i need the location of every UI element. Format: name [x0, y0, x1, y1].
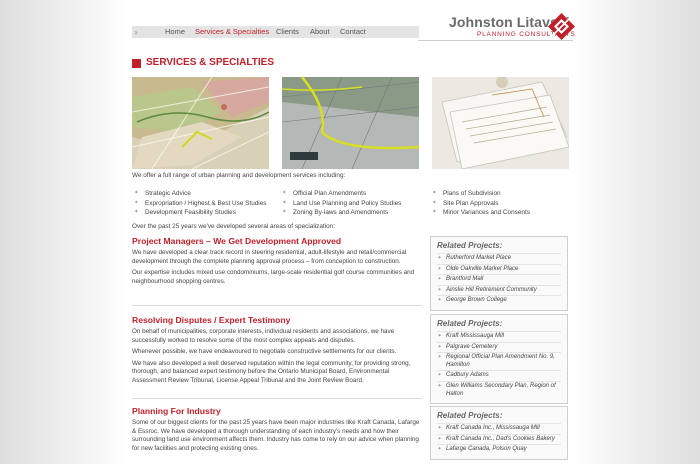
related-project-link[interactable]: Kraft Canada Inc., Mississauga Mill	[437, 423, 561, 434]
section-divider	[132, 305, 422, 306]
list-item: Strategic Advice	[134, 189, 266, 199]
page-title: SERVICES & SPECIALTIES	[146, 57, 274, 68]
related-title: Related Projects:	[437, 241, 503, 250]
list-item: Expropriation / Highest & Best Use Studi…	[134, 199, 266, 209]
section-paragraph: We have developed a clear track record i…	[132, 249, 407, 265]
heading-marker	[132, 59, 141, 68]
related-project-link[interactable]: Regional Official Plan Amendment No. 9, …	[437, 352, 561, 370]
related-project-link[interactable]: George Brown College	[437, 295, 561, 306]
list-item: Land Use Planning and Policy Studies	[282, 199, 401, 209]
section-title: Planning For Industry	[132, 406, 221, 416]
subdivision-map-photo	[132, 77, 269, 169]
related-projects-box: Related Projects: Rutherford Market Plac…	[430, 236, 568, 311]
nav-clients[interactable]: Clients	[276, 26, 299, 38]
related-project-link[interactable]: Kraft Mississauga Mill	[437, 331, 561, 342]
list-item: Zoning By-laws and Amendments	[282, 208, 401, 218]
services-list-1: Strategic Advice Expropriation / Highest…	[134, 189, 266, 218]
related-project-link[interactable]: Ainslie Hill Retirement Community	[437, 284, 561, 296]
logo-mark-icon[interactable]	[548, 13, 575, 40]
related-projects-box: Related Projects: Kraft Mississauga Mill…	[430, 314, 568, 405]
nav-about[interactable]: About	[310, 26, 330, 38]
section-paragraph: Some of our biggest clients for the past…	[132, 419, 420, 452]
related-project-link[interactable]: Glen Williams Secondary Plan, Region of …	[437, 380, 561, 399]
logo-divider	[418, 40, 573, 41]
related-projects-box: Related Projects: Kraft Canada Inc., Mis…	[430, 406, 568, 460]
list-item: Site Plan Approvals	[432, 199, 530, 209]
services-list-2: Official Plan Amendments Land Use Planni…	[282, 189, 401, 218]
section-title: Project Managers – We Get Development Ap…	[132, 236, 342, 246]
section-paragraph: Whenever possible, we have endeavoured t…	[132, 348, 397, 356]
related-project-link[interactable]: Cadbury Adams	[437, 370, 561, 381]
section-title: Resolving Disputes / Expert Testimony	[132, 315, 291, 325]
section-disputes: Resolving Disputes / Expert Testimony On…	[132, 315, 420, 386]
services-list-3: Plans of Subdivision Site Plan Approvals…	[432, 189, 530, 218]
list-item: Official Plan Amendments	[282, 189, 401, 199]
related-title: Related Projects:	[437, 411, 503, 420]
nav-services[interactable]: Services & Specialties	[195, 26, 269, 38]
related-project-link[interactable]: Olde Oakville Market Place	[437, 263, 561, 275]
section-project-managers: Project Managers – We Get Development Ap…	[132, 236, 420, 286]
related-project-link[interactable]: Kraft Canada Inc., Dad's Cookies Bakery	[437, 433, 561, 445]
section-paragraph: Our expertise includes mixed use condomi…	[132, 269, 415, 285]
related-project-link[interactable]: Rutherford Market Place	[437, 253, 561, 264]
list-item: Minor Variances and Consents	[432, 208, 530, 218]
section-paragraph: We have also developed a well deserved r…	[132, 359, 411, 384]
farm-map-photo	[282, 77, 419, 169]
services-intro: We offer a full range of urban planning …	[132, 172, 346, 179]
specialization-intro: Over the past 25 years we've developed s…	[132, 223, 335, 230]
document-stack-photo	[432, 77, 569, 169]
page: ›› Home Services & Specialties Clients A…	[132, 0, 575, 464]
main-nav: ›› Home Services & Specialties Clients A…	[132, 26, 419, 38]
related-project-link[interactable]: Lafarge Canada, Polson Quay	[437, 444, 561, 455]
list-item: Development Feasibility Studies	[134, 208, 266, 218]
list-item: Plans of Subdivision	[432, 189, 530, 199]
related-project-link[interactable]: Palgrave Cemetery	[437, 341, 561, 353]
related-project-link[interactable]: Brantford Mall	[437, 274, 561, 285]
nav-chevrons-icon: ››	[134, 27, 138, 37]
nav-contact[interactable]: Contact	[340, 26, 366, 38]
section-paragraph: On behalf of municipalities, corporate i…	[132, 328, 395, 344]
section-divider	[132, 398, 422, 399]
section-industry: Planning For Industry Some of our bigges…	[132, 406, 420, 453]
nav-home[interactable]: Home	[165, 26, 185, 38]
related-title: Related Projects:	[437, 319, 503, 328]
